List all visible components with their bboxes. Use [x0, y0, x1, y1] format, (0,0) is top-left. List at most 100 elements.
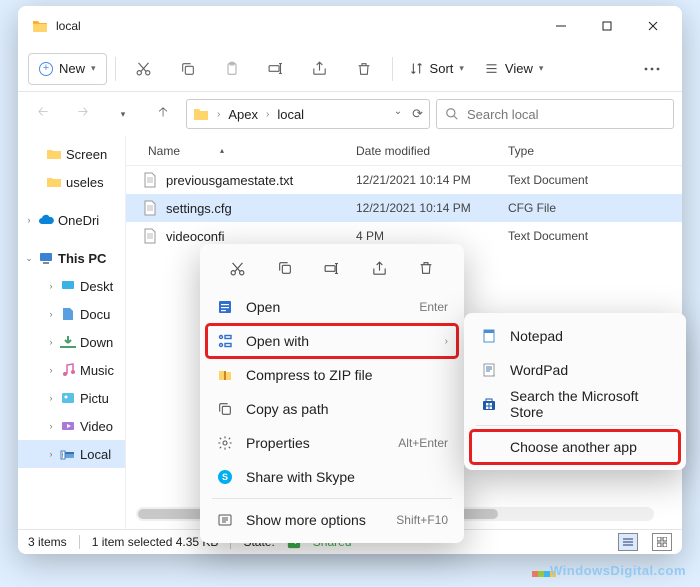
menu-label: Properties [246, 435, 386, 451]
minimize-button[interactable] [538, 10, 584, 42]
search-icon [445, 107, 459, 121]
sub-wordpad[interactable]: WordPad [470, 353, 680, 387]
copy-button[interactable] [168, 53, 208, 85]
nav-back-button[interactable]: 🡠 [26, 99, 60, 129]
sub-store[interactable]: Search the Microsoft Store [470, 387, 680, 421]
chevron-right-icon: › [46, 281, 56, 291]
sort-label: Sort [430, 61, 454, 76]
chevron-right-icon: › [24, 215, 34, 225]
ctx-skype[interactable]: S Share with Skype [206, 460, 458, 494]
cloud-icon [38, 212, 54, 228]
chevron-right-icon: › [46, 309, 56, 319]
rename-button[interactable] [256, 53, 296, 85]
ctx-rename-button[interactable] [316, 254, 348, 282]
ctx-copy-button[interactable] [269, 254, 301, 282]
folder-icon [46, 146, 62, 162]
close-button[interactable] [630, 10, 676, 42]
column-label: Date modified [356, 144, 430, 158]
windows-logo-icon [532, 565, 546, 579]
text-file-icon [142, 228, 158, 244]
sidebar-item-screenshots[interactable]: Screen [18, 140, 125, 168]
sort-icon [409, 61, 424, 76]
ctx-copy-path[interactable]: Copy as path [206, 392, 458, 426]
download-icon [60, 334, 76, 350]
more-button[interactable] [632, 53, 672, 85]
sub-notepad[interactable]: Notepad [470, 319, 680, 353]
column-date[interactable]: Date modified [356, 144, 508, 158]
file-row[interactable]: settings.cfg 12/21/2021 10:14 PM CFG Fil… [126, 194, 682, 222]
column-name[interactable]: Name▴ [126, 144, 356, 158]
ctx-open[interactable]: Open Enter [206, 290, 458, 324]
separator [476, 425, 674, 426]
search-box[interactable]: Search local [436, 99, 674, 129]
refresh-button[interactable]: ⟳ [412, 106, 423, 122]
breadcrumb-seg[interactable]: Apex [228, 107, 258, 122]
ctx-more-options[interactable]: Show more options Shift+F10 [206, 503, 458, 537]
sidebar-item-onedrive[interactable]: ›OneDri [18, 206, 125, 234]
sidebar-item-downloads[interactable]: ›Down [18, 328, 125, 356]
file-row[interactable]: previousgamestate.txt 12/21/2021 10:14 P… [126, 166, 682, 194]
sidebar-item-thispc[interactable]: ⌄This PC [18, 244, 125, 272]
new-button[interactable]: + New ▾ [28, 53, 107, 85]
view-details-button[interactable] [618, 533, 638, 551]
sidebar-item-desktop[interactable]: ›Deskt [18, 272, 125, 300]
nav-up-arrow-button[interactable]: 🡡 [146, 99, 180, 129]
share-button[interactable] [300, 53, 340, 85]
sidebar-label: Docu [80, 307, 110, 322]
view-tiles-button[interactable] [652, 533, 672, 551]
sort-dropdown[interactable]: Sort ▾ [401, 53, 472, 85]
view-dropdown[interactable]: View ▾ [476, 53, 551, 85]
menu-label: Open with [246, 333, 433, 349]
menu-label: Show more options [246, 512, 384, 528]
nav-forward-button[interactable]: 🡢 [66, 99, 100, 129]
toolbar: + New ▾ Sort ▾ View ▾ [18, 46, 682, 92]
zip-icon [216, 366, 234, 384]
context-menu: Open Enter Open with › Compress to ZIP f… [200, 244, 464, 543]
sidebar-label: Pictu [80, 391, 109, 406]
sidebar-label: Down [80, 335, 113, 350]
sidebar-label: useles [66, 175, 104, 190]
sidebar-item-pictures[interactable]: ›Pictu [18, 384, 125, 412]
breadcrumb-seg[interactable]: local [277, 107, 304, 122]
search-placeholder: Search local [467, 107, 539, 122]
sub-choose-another[interactable]: Choose another app [470, 430, 680, 464]
chevron-right-icon: › [46, 365, 56, 375]
folder-icon [32, 18, 48, 34]
paste-button[interactable] [212, 53, 252, 85]
column-label: Type [508, 144, 534, 158]
file-type: Text Document [508, 173, 682, 187]
address-bar[interactable]: › Apex › local ⌄ ⟳ [186, 99, 430, 129]
nav-up-button[interactable]: ▾ [106, 99, 140, 129]
sidebar-item-useless[interactable]: useles [18, 168, 125, 196]
column-type[interactable]: Type [508, 144, 682, 158]
folder-icon [193, 106, 209, 122]
open-with-submenu: Notepad WordPad Search the Microsoft Sto… [464, 313, 686, 470]
delete-button[interactable] [344, 53, 384, 85]
separator [392, 57, 393, 81]
ctx-properties[interactable]: Properties Alt+Enter [206, 426, 458, 460]
chevron-down-icon: ▾ [91, 63, 96, 74]
cut-button[interactable] [124, 53, 164, 85]
file-date: 4 PM [356, 229, 508, 243]
sidebar-item-local[interactable]: ›Local [18, 440, 125, 468]
ctx-cut-button[interactable] [222, 254, 254, 282]
ctx-share-button[interactable] [363, 254, 395, 282]
sidebar-item-music[interactable]: ›Music [18, 356, 125, 384]
maximize-button[interactable] [584, 10, 630, 42]
plus-icon: + [39, 62, 53, 76]
ctx-compress[interactable]: Compress to ZIP file [206, 358, 458, 392]
text-file-icon [142, 172, 158, 188]
nav-sidebar: Screen useles ›OneDri ⌄This PC ›Deskt ›D… [18, 136, 126, 529]
chevron-right-icon: › [264, 109, 271, 120]
chevron-down-icon[interactable]: ⌄ [394, 106, 402, 122]
ctx-delete-button[interactable] [410, 254, 442, 282]
menu-label: Search the Microsoft Store [510, 388, 670, 420]
ctx-open-with[interactable]: Open with › [206, 324, 458, 358]
sidebar-item-videos[interactable]: ›Video [18, 412, 125, 440]
column-headers: Name▴ Date modified Type [126, 136, 682, 166]
more-icon [216, 511, 234, 529]
sidebar-item-documents[interactable]: › Docu [18, 300, 125, 328]
menu-label: Compress to ZIP file [246, 367, 448, 383]
music-icon [60, 362, 76, 378]
file-name: settings.cfg [166, 201, 232, 216]
